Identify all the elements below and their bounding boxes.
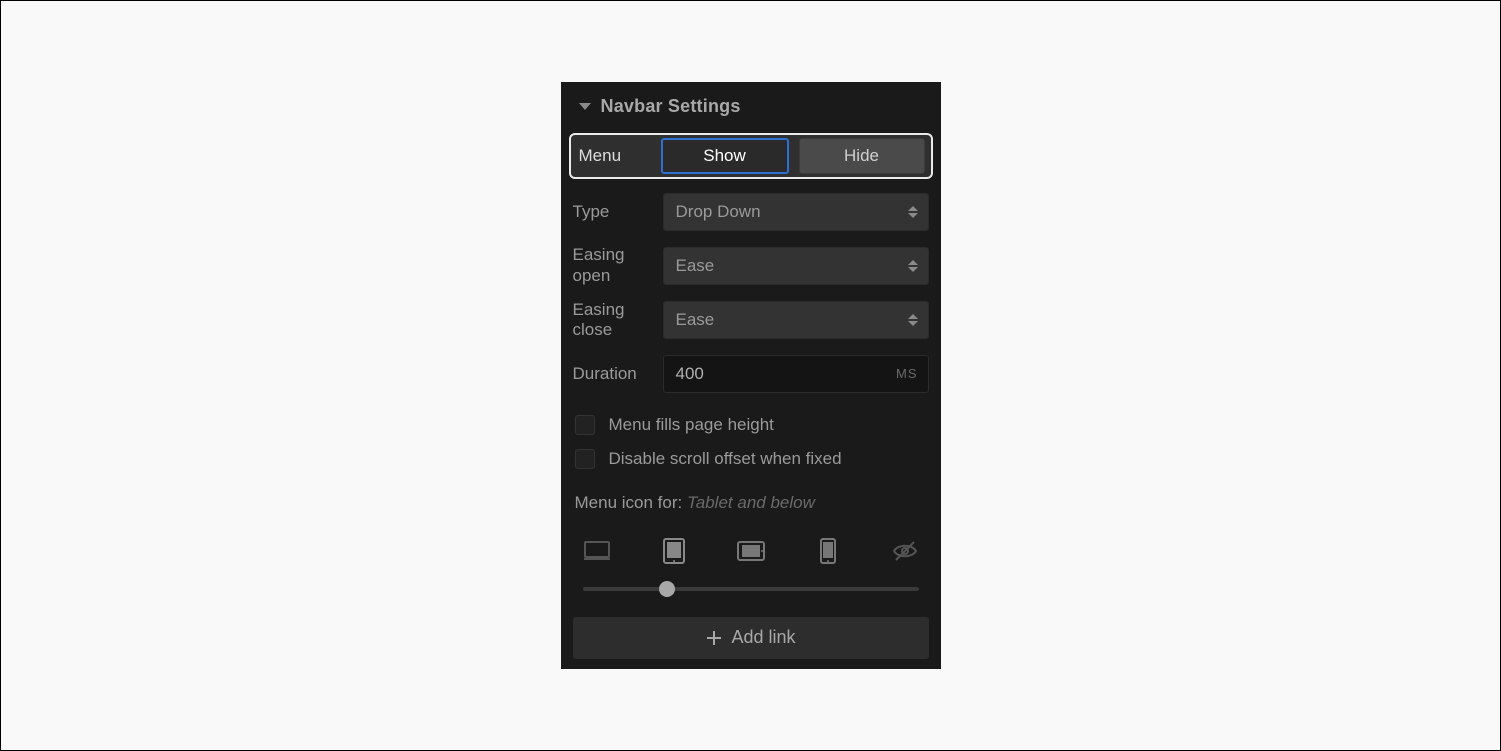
menu-icon-for-row: Menu icon for: Tablet and below [561,493,941,513]
duration-input[interactable]: 400 MS [663,355,929,393]
navbar-settings-panel: Navbar Settings Menu Show Hide Type Drop… [561,82,941,669]
panel-header[interactable]: Navbar Settings [561,82,941,127]
add-link-button[interactable]: Add link [573,617,929,659]
easing-open-label: Easing open [573,245,653,286]
device-breakpoint-row [561,537,941,565]
select-caret-icon [908,260,918,272]
menu-show-button[interactable]: Show [661,138,789,174]
disable-scroll-label: Disable scroll offset when fixed [609,449,842,469]
panel-title: Navbar Settings [601,96,741,117]
easing-close-select[interactable]: Ease [663,301,929,339]
type-value: Drop Down [676,202,761,222]
mobile-icon[interactable] [812,537,844,565]
fills-height-label: Menu fills page height [609,415,774,435]
duration-label: Duration [573,364,653,384]
tablet-portrait-icon[interactable] [658,537,690,565]
add-link-label: Add link [731,627,795,648]
duration-unit: MS [896,366,918,381]
easing-open-value: Ease [676,256,715,276]
easing-close-row: Easing close Ease [561,300,941,341]
fills-height-checkbox[interactable] [575,415,595,435]
collapse-icon [579,103,591,110]
slider-thumb[interactable] [659,581,675,597]
tablet-landscape-icon[interactable] [735,537,767,565]
select-caret-icon [908,314,918,326]
type-select[interactable]: Drop Down [663,193,929,231]
visibility-off-icon[interactable] [889,537,921,565]
menu-icon-for-value: Tablet and below [687,493,815,512]
type-label: Type [573,202,653,222]
disable-scroll-offset-checkbox[interactable] [575,449,595,469]
plus-icon [705,629,723,647]
slider-track [583,587,919,591]
menu-label: Menu [579,146,651,166]
desktop-icon[interactable] [581,537,613,565]
easing-close-value: Ease [676,310,715,330]
menu-hide-button[interactable]: Hide [799,138,925,174]
breakpoint-slider[interactable] [561,587,941,591]
select-caret-icon [908,206,918,218]
duration-row: Duration 400 MS [561,355,941,393]
fills-height-row: Menu fills page height [561,415,941,435]
easing-open-select[interactable]: Ease [663,247,929,285]
duration-value: 400 [676,364,704,384]
menu-toggle-row: Menu Show Hide [569,133,933,179]
menu-icon-for-label: Menu icon for: [575,493,687,512]
easing-open-row: Easing open Ease [561,245,941,286]
easing-close-label: Easing close [573,300,653,341]
disable-scroll-row: Disable scroll offset when fixed [561,449,941,469]
type-row: Type Drop Down [561,193,941,231]
